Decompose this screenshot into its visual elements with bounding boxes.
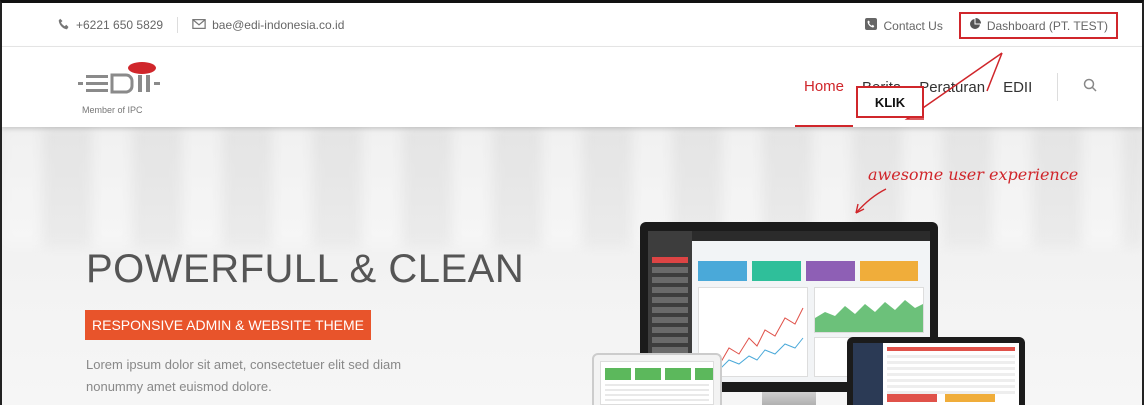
- nav-divider: [1057, 73, 1059, 101]
- top-bar: +6221 650 5829 bae@edi-indonesia.co.id C…: [2, 3, 1142, 47]
- hero-section: awesome user experience POWERFULL & CLEA…: [2, 127, 1142, 405]
- hero-background: [2, 127, 1142, 247]
- mail-icon: [192, 18, 206, 33]
- contact-us-label: Contact Us: [883, 18, 943, 33]
- phone-square-icon: [865, 18, 878, 33]
- phone-contact[interactable]: +6221 650 5829: [58, 18, 163, 33]
- mockup-area-panel: [814, 287, 924, 333]
- mockup-stat-purple: [806, 261, 855, 281]
- tablet-mockup: [847, 337, 1025, 405]
- hero-title: POWERFULL & CLEAN: [86, 247, 525, 291]
- main-header: Member of IPC Home Berita Peraturan EDII: [2, 47, 1142, 127]
- dashboard-link[interactable]: Dashboard (PT. TEST): [958, 12, 1118, 39]
- phone-number: +6221 650 5829: [76, 18, 164, 32]
- mockup-stat-green: [752, 261, 801, 281]
- email-address: bae@edi-indonesia.co.id: [212, 18, 345, 32]
- ipad-mockup: [592, 353, 722, 405]
- hero-badge: RESPONSIVE ADMIN & WEBSITE THEME: [85, 310, 372, 340]
- nav-edii[interactable]: EDII: [994, 47, 1041, 127]
- divider: [177, 17, 179, 33]
- curved-arrow-icon: [855, 188, 887, 214]
- phone-icon: [58, 18, 70, 33]
- nav-home[interactable]: Home: [795, 47, 854, 127]
- monitor-stand: [762, 392, 816, 405]
- logo-tagline: Member of IPC: [82, 105, 143, 115]
- dashboard-label: Dashboard (PT. TEST): [986, 18, 1108, 33]
- mockup-stat-orange: [860, 261, 918, 281]
- klik-callout: KLIK: [856, 86, 924, 118]
- main-nav: Home Berita Peraturan EDII: [795, 47, 1106, 127]
- handwritten-caption: awesome user experience: [868, 165, 1079, 184]
- pie-chart-icon: [969, 18, 981, 33]
- contact-us-link[interactable]: Contact Us: [857, 14, 950, 37]
- browser-frame: +6221 650 5829 bae@edi-indonesia.co.id C…: [0, 0, 1144, 405]
- search-button[interactable]: [1074, 47, 1106, 127]
- email-contact[interactable]: bae@edi-indonesia.co.id: [192, 18, 344, 33]
- hero-description: Lorem ipsum dolor sit amet, consectetuer…: [86, 357, 402, 394]
- mockup-stat-blue: [698, 261, 747, 281]
- edii-logo[interactable]: [76, 59, 176, 109]
- search-icon: [1083, 78, 1097, 96]
